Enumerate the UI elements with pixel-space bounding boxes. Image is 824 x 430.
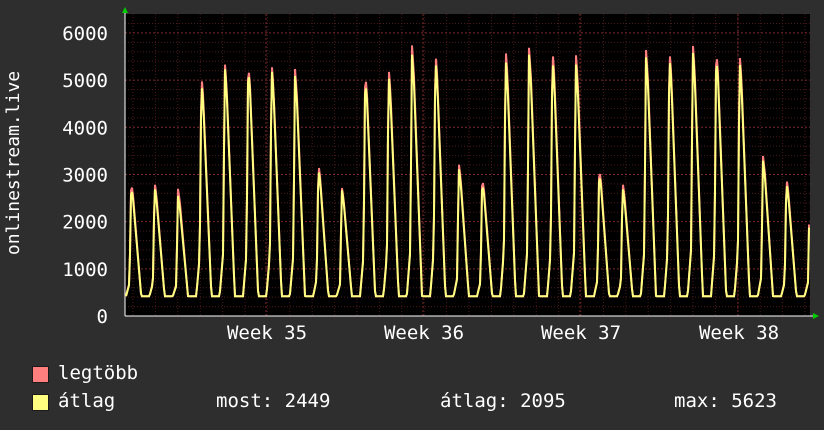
y-tick-label: 5000 [62,70,108,92]
y-axis-label: onlinestream.live [3,71,24,255]
y-tick-label: 6000 [62,23,108,45]
x-tick-label: Week 38 [699,322,779,344]
stat-now: most: 2449 [216,390,331,412]
stat-average: átlag: 2095 [440,390,566,412]
y-tick-label: 0 [97,306,108,328]
legend-label-max: legtöbb [58,362,139,384]
x-tick-label: Week 36 [384,322,464,344]
legend-swatch-avg [32,394,49,411]
x-tick-label: Week 35 [227,322,307,344]
y-tick-label: 1000 [62,259,108,281]
legend-swatch-max [32,366,49,383]
x-axis-arrow [813,313,819,319]
chart-svg: 0 1000 2000 3000 4000 5000 6000 Week 35 Week 36 W… [3,7,819,344]
y-axis-arrow [122,7,128,13]
y-tick-label: 2000 [62,212,108,234]
chart-container: 0 1000 2000 3000 4000 5000 6000 Week 35 Week 36 W… [0,0,824,430]
y-tick-label: 3000 [62,164,108,186]
legend-label-avg: átlag [58,390,116,412]
x-tick-label: Week 37 [541,322,621,344]
stat-max: max: 5623 [674,390,777,412]
y-tick-label: 4000 [62,117,108,139]
